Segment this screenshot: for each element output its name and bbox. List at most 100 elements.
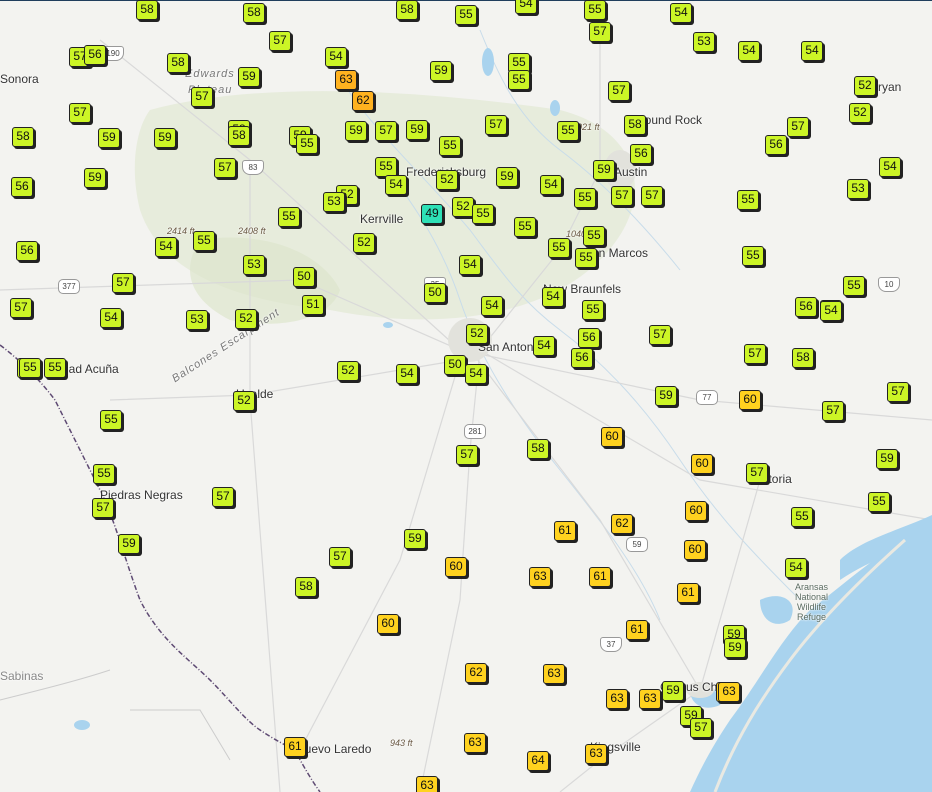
aqi-marker[interactable]: 56: [630, 144, 652, 164]
aqi-marker[interactable]: 49: [421, 204, 443, 224]
aqi-marker[interactable]: 55: [843, 276, 865, 296]
aqi-marker[interactable]: 59: [430, 61, 452, 81]
aqi-marker[interactable]: 51: [302, 295, 324, 315]
aqi-marker[interactable]: 61: [284, 737, 306, 757]
aqi-marker[interactable]: 55: [439, 136, 461, 156]
aqi-marker[interactable]: 61: [677, 583, 699, 603]
aqi-marker[interactable]: 59: [496, 167, 518, 187]
aqi-marker[interactable]: 63: [585, 744, 607, 764]
aqi-marker[interactable]: 54: [515, 0, 537, 14]
aqi-marker[interactable]: 54: [465, 364, 487, 384]
aqi-marker[interactable]: 56: [571, 348, 593, 368]
aqi-marker[interactable]: 57: [375, 121, 397, 141]
aqi-marker[interactable]: 63: [416, 776, 438, 792]
aqi-marker[interactable]: 52: [233, 391, 255, 411]
aqi-marker[interactable]: 54: [879, 157, 901, 177]
aqi-marker[interactable]: 59: [98, 128, 120, 148]
aqi-marker[interactable]: 56: [795, 297, 817, 317]
aqi-marker[interactable]: 52: [854, 76, 876, 96]
aqi-marker[interactable]: 59: [345, 121, 367, 141]
aqi-marker[interactable]: 55: [582, 300, 604, 320]
aqi-marker[interactable]: 57: [649, 325, 671, 345]
aqi-marker[interactable]: 54: [801, 41, 823, 61]
aqi-marker[interactable]: 59: [238, 67, 260, 87]
aqi-marker[interactable]: 54: [155, 237, 177, 257]
aqi-marker[interactable]: 56: [765, 135, 787, 155]
aqi-marker[interactable]: 62: [611, 514, 633, 534]
aqi-marker[interactable]: 60: [601, 427, 623, 447]
aqi-marker[interactable]: 55: [557, 121, 579, 141]
aqi-marker[interactable]: 60: [445, 557, 467, 577]
aqi-marker[interactable]: 63: [639, 689, 661, 709]
aqi-marker[interactable]: 55: [574, 188, 596, 208]
aqi-marker[interactable]: 56: [84, 45, 106, 65]
aqi-marker[interactable]: 63: [718, 682, 740, 702]
aqi-marker[interactable]: 50: [444, 355, 466, 375]
aqi-marker[interactable]: 58: [136, 0, 158, 20]
aqi-marker[interactable]: 57: [214, 158, 236, 178]
aqi-marker[interactable]: 58: [167, 53, 189, 73]
aqi-marker[interactable]: 58: [228, 126, 250, 146]
aqi-marker[interactable]: 60: [739, 390, 761, 410]
aqi-marker[interactable]: 54: [533, 336, 555, 356]
aqi-marker[interactable]: 54: [396, 364, 418, 384]
aqi-marker[interactable]: 61: [589, 567, 611, 587]
aqi-marker[interactable]: 52: [235, 309, 257, 329]
aqi-marker[interactable]: 54: [738, 41, 760, 61]
aqi-marker[interactable]: 62: [465, 663, 487, 683]
aqi-marker[interactable]: 58: [12, 127, 34, 147]
aqi-marker[interactable]: 54: [820, 301, 842, 321]
aqi-marker[interactable]: 57: [787, 117, 809, 137]
aqi-marker[interactable]: 57: [10, 298, 32, 318]
aqi-marker[interactable]: 56: [11, 177, 33, 197]
aqi-marker[interactable]: 55: [514, 217, 536, 237]
aqi-marker[interactable]: 58: [396, 0, 418, 20]
aqi-marker[interactable]: 52: [436, 170, 458, 190]
aqi-marker[interactable]: 59: [118, 534, 140, 554]
aqi-marker[interactable]: 58: [527, 439, 549, 459]
aqi-marker[interactable]: 55: [100, 410, 122, 430]
aqi-marker[interactable]: 54: [325, 47, 347, 67]
aqi-marker[interactable]: 54: [459, 255, 481, 275]
aqi-marker[interactable]: 55: [193, 231, 215, 251]
aqi-marker[interactable]: 63: [606, 689, 628, 709]
aqi-marker[interactable]: 63: [464, 733, 486, 753]
aqi-marker[interactable]: 54: [670, 3, 692, 23]
aqi-marker[interactable]: 55: [296, 134, 318, 154]
aqi-marker[interactable]: 55: [44, 358, 66, 378]
aqi-marker[interactable]: 59: [84, 168, 106, 188]
aqi-marker[interactable]: 55: [278, 207, 300, 227]
aqi-marker[interactable]: 53: [323, 192, 345, 212]
aqi-marker[interactable]: 55: [375, 157, 397, 177]
aqi-marker[interactable]: 54: [385, 175, 407, 195]
aqi-marker[interactable]: 50: [424, 283, 446, 303]
aqi-marker[interactable]: 55: [455, 5, 477, 25]
aqi-marker[interactable]: 57: [212, 487, 234, 507]
aqi-marker[interactable]: 59: [724, 638, 746, 658]
aqi-marker[interactable]: 55: [737, 190, 759, 210]
aqi-marker[interactable]: 56: [16, 241, 38, 261]
aqi-marker[interactable]: 57: [191, 87, 213, 107]
aqi-marker[interactable]: 61: [626, 620, 648, 640]
aqi-marker[interactable]: 64: [527, 751, 549, 771]
aqi-marker[interactable]: 57: [746, 463, 768, 483]
aqi-marker[interactable]: 60: [377, 614, 399, 634]
aqi-marker[interactable]: 58: [624, 115, 646, 135]
aqi-marker[interactable]: 54: [540, 175, 562, 195]
aqi-marker[interactable]: 54: [481, 296, 503, 316]
aqi-marker[interactable]: 57: [887, 382, 909, 402]
aqi-marker[interactable]: 57: [608, 81, 630, 101]
aqi-marker[interactable]: 57: [611, 186, 633, 206]
aqi-marker[interactable]: 63: [529, 567, 551, 587]
aqi-marker[interactable]: 57: [744, 344, 766, 364]
aqi-marker[interactable]: 57: [589, 22, 611, 42]
aqi-marker[interactable]: 55: [575, 248, 597, 268]
aqi-marker[interactable]: 55: [472, 204, 494, 224]
aqi-marker[interactable]: 53: [847, 179, 869, 199]
aqi-marker[interactable]: 52: [337, 361, 359, 381]
aqi-marker[interactable]: 52: [849, 103, 871, 123]
aqi-marker[interactable]: 60: [684, 540, 706, 560]
aqi-marker[interactable]: 58: [243, 3, 265, 23]
aqi-marker[interactable]: 55: [19, 358, 41, 378]
aqi-marker[interactable]: 63: [543, 664, 565, 684]
